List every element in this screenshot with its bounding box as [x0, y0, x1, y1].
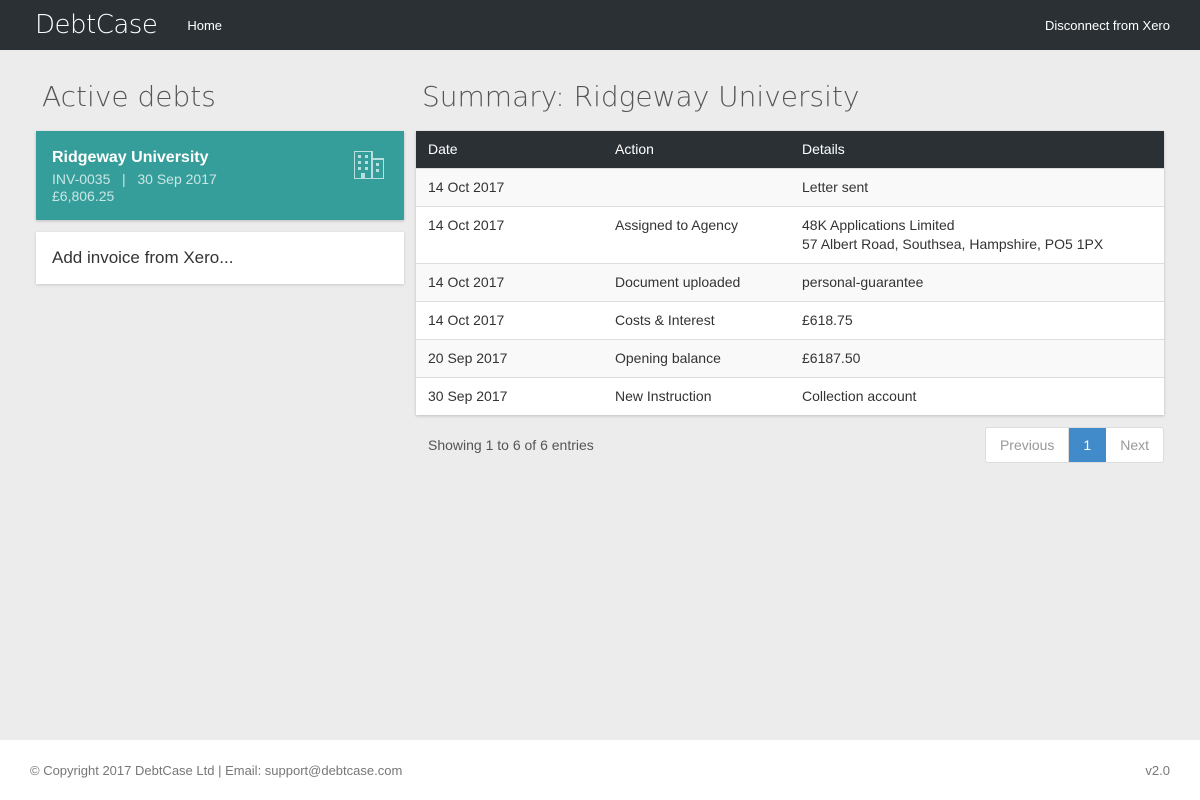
table-row: 14 Oct 2017 Assigned to Agency 48K Appli…	[416, 205, 1164, 263]
add-invoice-button[interactable]: Add invoice from Xero...	[36, 232, 404, 284]
table-row: 14 Oct 2017 Costs & Interest £618.75	[416, 300, 1164, 339]
cell-date: 14 Oct 2017	[416, 205, 603, 263]
table-row: 20 Sep 2017 Opening balance £6187.50	[416, 338, 1164, 377]
cell-details-line1: 48K Applications Limited	[802, 216, 955, 233]
table-row: 14 Oct 2017 Document uploaded personal-g…	[416, 262, 1164, 301]
cell-details: £618.75	[790, 300, 1164, 339]
debt-card-date: 30 Sep 2017	[137, 171, 217, 187]
disconnect-xero-link[interactable]: Disconnect from Xero	[1045, 18, 1170, 33]
debt-card-amount: £6,806.25	[52, 188, 115, 204]
debt-card-name: Ridgeway University	[52, 149, 209, 166]
main-content: Active debts Ridgeway University INV-003…	[0, 50, 1200, 463]
cell-action: New Instruction	[603, 376, 790, 415]
column-header-date[interactable]: Date	[416, 131, 603, 168]
cell-date: 20 Sep 2017	[416, 338, 603, 377]
summary-title: Summary: Ridgeway University	[422, 80, 860, 113]
table-row: 14 Oct 2017 Letter sent	[416, 167, 1164, 206]
next-page-button[interactable]: Next	[1106, 428, 1163, 462]
top-navbar: DebtCase Home Disconnect from Xero	[0, 0, 1200, 50]
debt-card-ridgeway[interactable]: Ridgeway University INV-0035 | 30 Sep 20…	[36, 131, 404, 220]
summary-panel: Summary: Ridgeway University Date Action…	[416, 50, 1164, 463]
column-header-details[interactable]: Details	[790, 131, 1164, 168]
cell-date: 14 Oct 2017	[416, 262, 603, 301]
history-table-wrapper: Date Action Details 14 Oct 2017 Letter s…	[416, 131, 1164, 415]
cell-date: 14 Oct 2017	[416, 300, 603, 339]
cell-action: Assigned to Agency	[603, 205, 790, 263]
cell-details: Collection account	[790, 376, 1164, 415]
cell-action: Costs & Interest	[603, 300, 790, 339]
cell-details: Letter sent	[790, 167, 1164, 206]
cell-action: Opening balance	[603, 338, 790, 377]
cell-details: 48K Applications Limited 57 Albert Road,…	[790, 205, 1164, 263]
previous-page-button[interactable]: Previous	[986, 427, 1070, 462]
pagination-row: Showing 1 to 6 of 6 entries Previous 1 N…	[416, 415, 1164, 463]
cell-details: personal-guarantee	[790, 262, 1164, 301]
sidebar-title: Active debts	[42, 80, 216, 113]
table-row: 30 Sep 2017 New Instruction Collection a…	[416, 376, 1164, 415]
debt-card-invoice: INV-0035	[52, 171, 111, 187]
page-1-button[interactable]: 1	[1069, 427, 1107, 462]
sidebar: Active debts Ridgeway University INV-003…	[36, 50, 404, 463]
history-table: Date Action Details 14 Oct 2017 Letter s…	[416, 131, 1164, 415]
nav-home-link[interactable]: Home	[187, 18, 222, 33]
footer-copyright: © Copyright 2017 DebtCase Ltd | Email: s…	[30, 762, 403, 778]
building-icon	[354, 151, 384, 179]
footer-version: v2.0	[1145, 762, 1170, 778]
cell-details: £6187.50	[790, 338, 1164, 377]
cell-details-line2: 57 Albert Road, Southsea, Hampshire, PO5…	[802, 235, 1104, 252]
column-header-action[interactable]: Action	[603, 131, 790, 168]
table-header-row: Date Action Details	[416, 131, 1164, 168]
pagination: Previous 1 Next	[984, 426, 1164, 463]
cell-date: 14 Oct 2017	[416, 167, 603, 206]
debt-card-separator: |	[122, 171, 126, 187]
debt-card-meta: INV-0035 | 30 Sep 2017	[52, 171, 388, 188]
cell-date: 30 Sep 2017	[416, 376, 603, 415]
app-logo[interactable]: DebtCase	[35, 10, 158, 40]
cell-action	[603, 167, 790, 206]
footer: © Copyright 2017 DebtCase Ltd | Email: s…	[0, 740, 1200, 800]
cell-action: Document uploaded	[603, 262, 790, 301]
entries-info: Showing 1 to 6 of 6 entries	[428, 436, 594, 453]
